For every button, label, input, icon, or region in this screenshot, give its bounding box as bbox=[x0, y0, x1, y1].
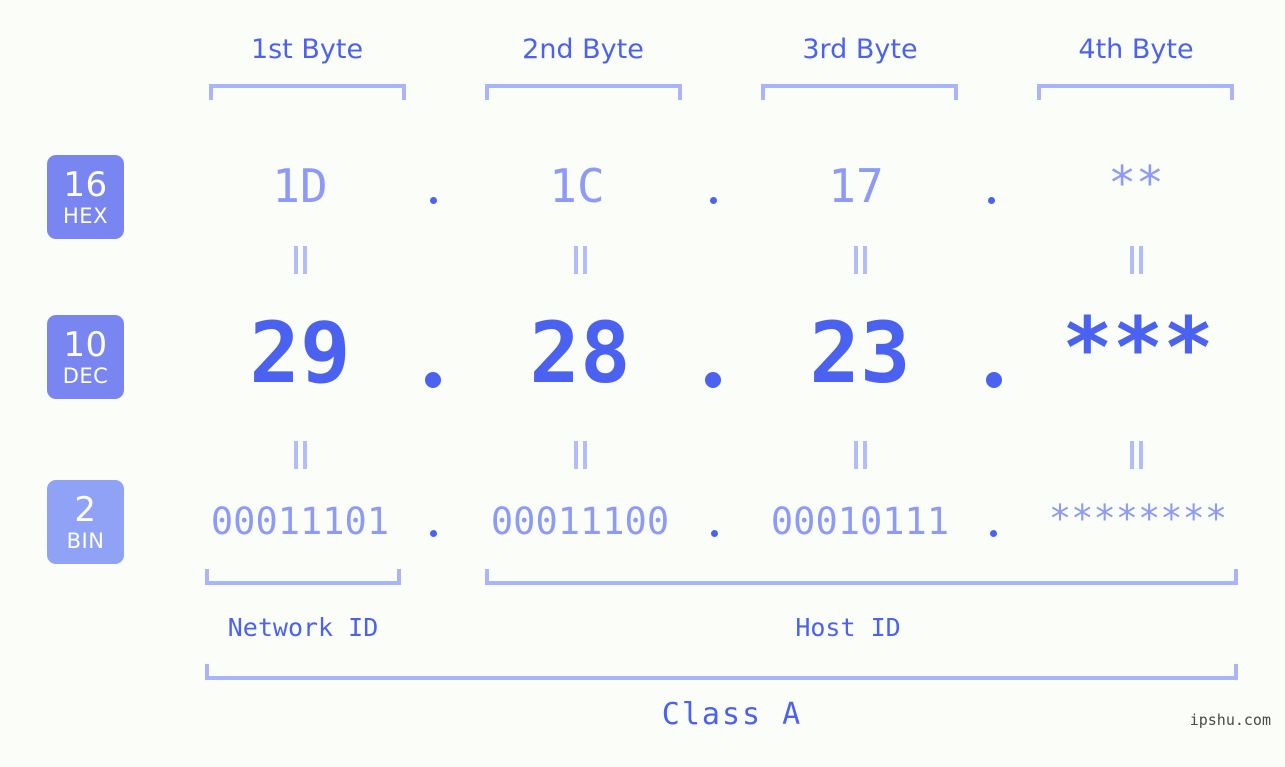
equals-marker-hex-dec-2 bbox=[574, 246, 587, 274]
bin-byte-1: 00011101 bbox=[210, 500, 390, 543]
byte-header-3: 3rd Byte bbox=[802, 34, 918, 65]
network-id-label: Network ID bbox=[227, 613, 379, 642]
hex-separator-1 bbox=[430, 197, 437, 204]
dec-byte-2: 28 bbox=[529, 304, 631, 402]
byte-header-4: 4th Byte bbox=[1078, 34, 1194, 65]
dec-byte-3: 23 bbox=[809, 304, 911, 402]
base-badge-hex-name: HEX bbox=[63, 203, 108, 228]
byte-bracket-3 bbox=[761, 84, 958, 100]
host-id-bracket bbox=[485, 569, 1238, 585]
hex-byte-2: 1C bbox=[549, 159, 605, 213]
equals-marker-dec-bin-4 bbox=[1130, 441, 1143, 469]
equals-marker-dec-bin-2 bbox=[574, 441, 587, 469]
class-label: Class A bbox=[661, 697, 803, 732]
byte-header-2: 2nd Byte bbox=[522, 34, 644, 65]
base-badge-dec-name: DEC bbox=[62, 363, 109, 388]
equals-marker-hex-dec-4 bbox=[1130, 246, 1143, 274]
hex-byte-3: 17 bbox=[828, 159, 884, 213]
byte-header-1: 1st Byte bbox=[250, 34, 364, 65]
equals-marker-hex-dec-1 bbox=[294, 246, 307, 274]
equals-marker-dec-bin-1 bbox=[294, 441, 307, 469]
ip-address-breakdown-diagram: 1st Byte 2nd Byte 3rd Byte 4th Byte 16 H… bbox=[0, 0, 1285, 767]
bin-byte-4: ******** bbox=[1048, 497, 1228, 540]
equals-marker-dec-bin-3 bbox=[854, 441, 867, 469]
host-id-label: Host ID bbox=[795, 613, 901, 642]
dec-separator-1 bbox=[425, 372, 441, 388]
base-badge-bin-number: 2 bbox=[74, 489, 97, 530]
equals-marker-hex-dec-3 bbox=[854, 246, 867, 274]
byte-bracket-4 bbox=[1037, 84, 1234, 100]
dec-byte-1: 29 bbox=[249, 304, 351, 402]
dec-separator-2 bbox=[705, 372, 721, 388]
hex-byte-1: 1D bbox=[272, 159, 328, 213]
byte-bracket-2 bbox=[485, 84, 682, 100]
bin-byte-2: 00011100 bbox=[490, 500, 670, 543]
byte-bracket-1 bbox=[209, 84, 406, 100]
base-badge-hex-number: 16 bbox=[63, 164, 108, 205]
hex-separator-2 bbox=[710, 197, 717, 204]
dec-separator-3 bbox=[986, 372, 1002, 388]
base-badge-dec: 10 DEC bbox=[47, 315, 124, 399]
base-badge-dec-number: 10 bbox=[63, 324, 108, 365]
site-watermark: ipshu.com bbox=[1189, 711, 1271, 729]
dec-byte-4: *** bbox=[1062, 299, 1214, 397]
base-badge-hex: 16 HEX bbox=[47, 155, 124, 239]
hex-separator-3 bbox=[988, 197, 995, 204]
network-id-bracket bbox=[205, 569, 401, 585]
class-bracket bbox=[205, 664, 1238, 680]
base-badge-bin-name: BIN bbox=[66, 528, 105, 553]
bin-byte-3: 00010111 bbox=[770, 500, 950, 543]
base-badge-bin: 2 BIN bbox=[47, 480, 124, 564]
hex-byte-4: ** bbox=[1108, 156, 1164, 210]
